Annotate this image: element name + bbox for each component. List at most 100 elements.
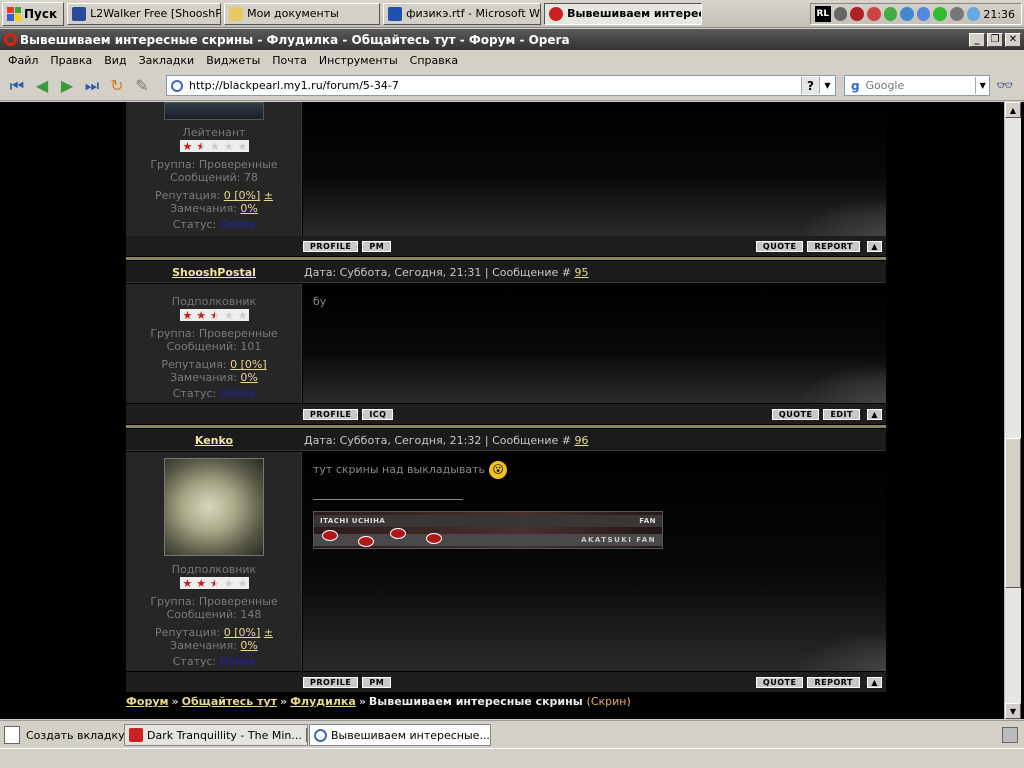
address-bar[interactable]: http://blackpearl.my1.ru/forum/5-34-7 ? … [166,75,836,96]
help-icon[interactable]: ? [801,77,819,94]
minimize-button[interactable]: _ [969,32,985,47]
scroll-top-icon[interactable]: ▲ [867,408,882,420]
quote-button[interactable]: QUOTE [755,240,804,252]
user-warnings: Замечания: 0% [126,639,302,652]
post-author[interactable]: ShooshPostal [126,266,302,279]
clock[interactable]: 21:36 [983,8,1015,21]
warnings-link[interactable]: 0% [240,371,257,384]
opera-logo-icon [4,33,17,46]
user-group: Группа: Проверенные [150,595,278,608]
page-info-icon[interactable] [171,79,183,92]
menu-edit[interactable]: Правка [44,54,98,67]
search-dropdown-icon[interactable]: ▼ [975,77,989,94]
back-icon[interactable]: ◀ [31,75,53,97]
report-button[interactable]: REPORT [807,240,860,252]
scroll-top-icon[interactable]: ▲ [867,240,882,252]
tab-current[interactable]: Вывешиваем интересные... ✕ [309,724,491,746]
close-button[interactable]: ✕ [1005,32,1021,47]
menu-file[interactable]: Файл [2,54,44,67]
start-button[interactable]: Пуск [2,1,65,26]
menu-mail[interactable]: Почта [266,54,313,67]
scrollbar-thumb[interactable] [1005,438,1021,588]
shield-icon[interactable] [916,7,931,21]
trash-icon[interactable] [1002,727,1018,743]
navigation-toolbar: ⏮ ◀ ▶ ⏭ ↻ ✎ http://blackpearl.my1.ru/for… [0,71,1024,101]
reputation-change-link[interactable]: ± [264,189,273,202]
menu-help[interactable]: Справка [404,54,464,67]
breadcrumb-link[interactable]: Форум [126,695,169,708]
pm-button[interactable]: PM [362,240,392,252]
address-dropdown-icon[interactable]: ▼ [819,77,835,94]
tray-app-icon[interactable] [900,7,914,21]
taskbar-item-documents[interactable]: Мои документы [224,2,381,25]
report-button[interactable]: REPORT [807,676,860,688]
tray-app-icon[interactable] [950,7,964,21]
rewind-icon[interactable]: ⏮ [6,75,28,97]
reputation-link[interactable]: 0 [0%] [224,189,261,202]
new-tab-button[interactable]: Создать вкладку [4,725,125,745]
network-icon[interactable] [966,7,981,21]
fast-forward-icon[interactable]: ⏭ [81,75,103,97]
restore-button[interactable]: ❐ [987,32,1003,47]
reload-icon[interactable]: ↻ [106,75,128,97]
scroll-up-icon[interactable]: ▲ [1005,102,1021,118]
profile-button[interactable]: PROFILE [303,408,359,420]
tray-app-icon[interactable] [866,7,881,21]
google-icon[interactable]: g [848,78,863,93]
profile-button[interactable]: PROFILE [303,676,359,688]
reputation-change-link[interactable]: ± [264,626,273,639]
taskbar-item-opera[interactable]: Вывешиваем интересне... [544,2,703,25]
search-input[interactable] [865,79,976,92]
avatar [164,458,264,556]
tray-app-icon[interactable] [883,7,898,21]
tab-dark-tranquillity[interactable]: Dark Tranquillity - The Min... ✕ [124,724,308,746]
language-indicator[interactable]: RL [815,6,831,22]
close-tab-icon[interactable]: ✕ [305,728,307,742]
vertical-scrollbar[interactable]: ▲ ▼ [1004,102,1021,719]
menu-view[interactable]: Вид [98,54,132,67]
signature-text: FAN [639,517,656,525]
user-messages: Сообщений: 78 [170,171,258,184]
breadcrumb-link[interactable]: Общайтесь тут [182,695,277,708]
window-titlebar[interactable]: Вывешиваем интересные скрины - Флудилка … [0,29,1024,50]
post-3-actions: PROFILE PM QUOTE REPORT ▲ [126,672,886,692]
warnings-link[interactable]: 0% [240,639,257,652]
rank-stars: ★ ★ ★ ★ ★ [180,309,249,321]
profile-button[interactable]: PROFILE [303,240,359,252]
l2walker-icon [72,6,87,21]
post-number-link[interactable]: 96 [574,434,588,447]
star-icon: ★ [237,576,248,590]
binoculars-icon[interactable]: 👓 [996,78,1013,94]
address-url[interactable]: http://blackpearl.my1.ru/forum/5-34-7 [189,79,399,92]
menu-tools[interactable]: Инструменты [313,54,404,67]
taskbar-item-l2walker[interactable]: L2Walker Free [ShooshP... [67,2,222,25]
menu-bookmarks[interactable]: Закладки [133,54,201,67]
reputation-link[interactable]: 0 [0%] [224,626,261,639]
quote-button[interactable]: QUOTE [755,676,804,688]
reputation-link[interactable]: 0 [0%] [230,358,267,371]
tab-favicon [314,728,327,742]
tray-app-icon[interactable] [933,7,948,21]
star-icon: ★ [223,576,234,590]
icq-button[interactable]: ICQ [362,408,394,420]
quote-button[interactable]: QUOTE [771,408,820,420]
menu-widgets[interactable]: Виджеты [200,54,266,67]
taskbar-item-word[interactable]: физикэ.rtf - Microsoft W... [383,2,542,25]
taskbar: Пуск L2Walker Free [ShooshP... Мои докум… [0,0,1024,28]
post-1-body [303,102,886,236]
warnings-link[interactable]: 0% [240,202,257,215]
breadcrumb-link[interactable]: Флудилка [290,695,356,708]
edit-button[interactable]: EDIT [823,408,860,420]
search-box[interactable]: g ▼ [844,75,990,96]
folder-icon [229,6,244,21]
pm-button[interactable]: PM [362,676,392,688]
edit-icon[interactable]: ✎ [131,75,153,97]
tray-app-icon[interactable] [850,7,864,21]
scroll-top-icon[interactable]: ▲ [867,676,882,688]
post-number-link[interactable]: 95 [574,266,588,279]
scroll-down-icon[interactable]: ▼ [1005,703,1021,719]
tray-app-icon[interactable] [833,7,848,21]
post-author[interactable]: Kenko [126,434,302,447]
rank-stars: ★ ★ ★ ★ ★ [180,140,249,152]
forward-icon[interactable]: ▶ [56,75,78,97]
